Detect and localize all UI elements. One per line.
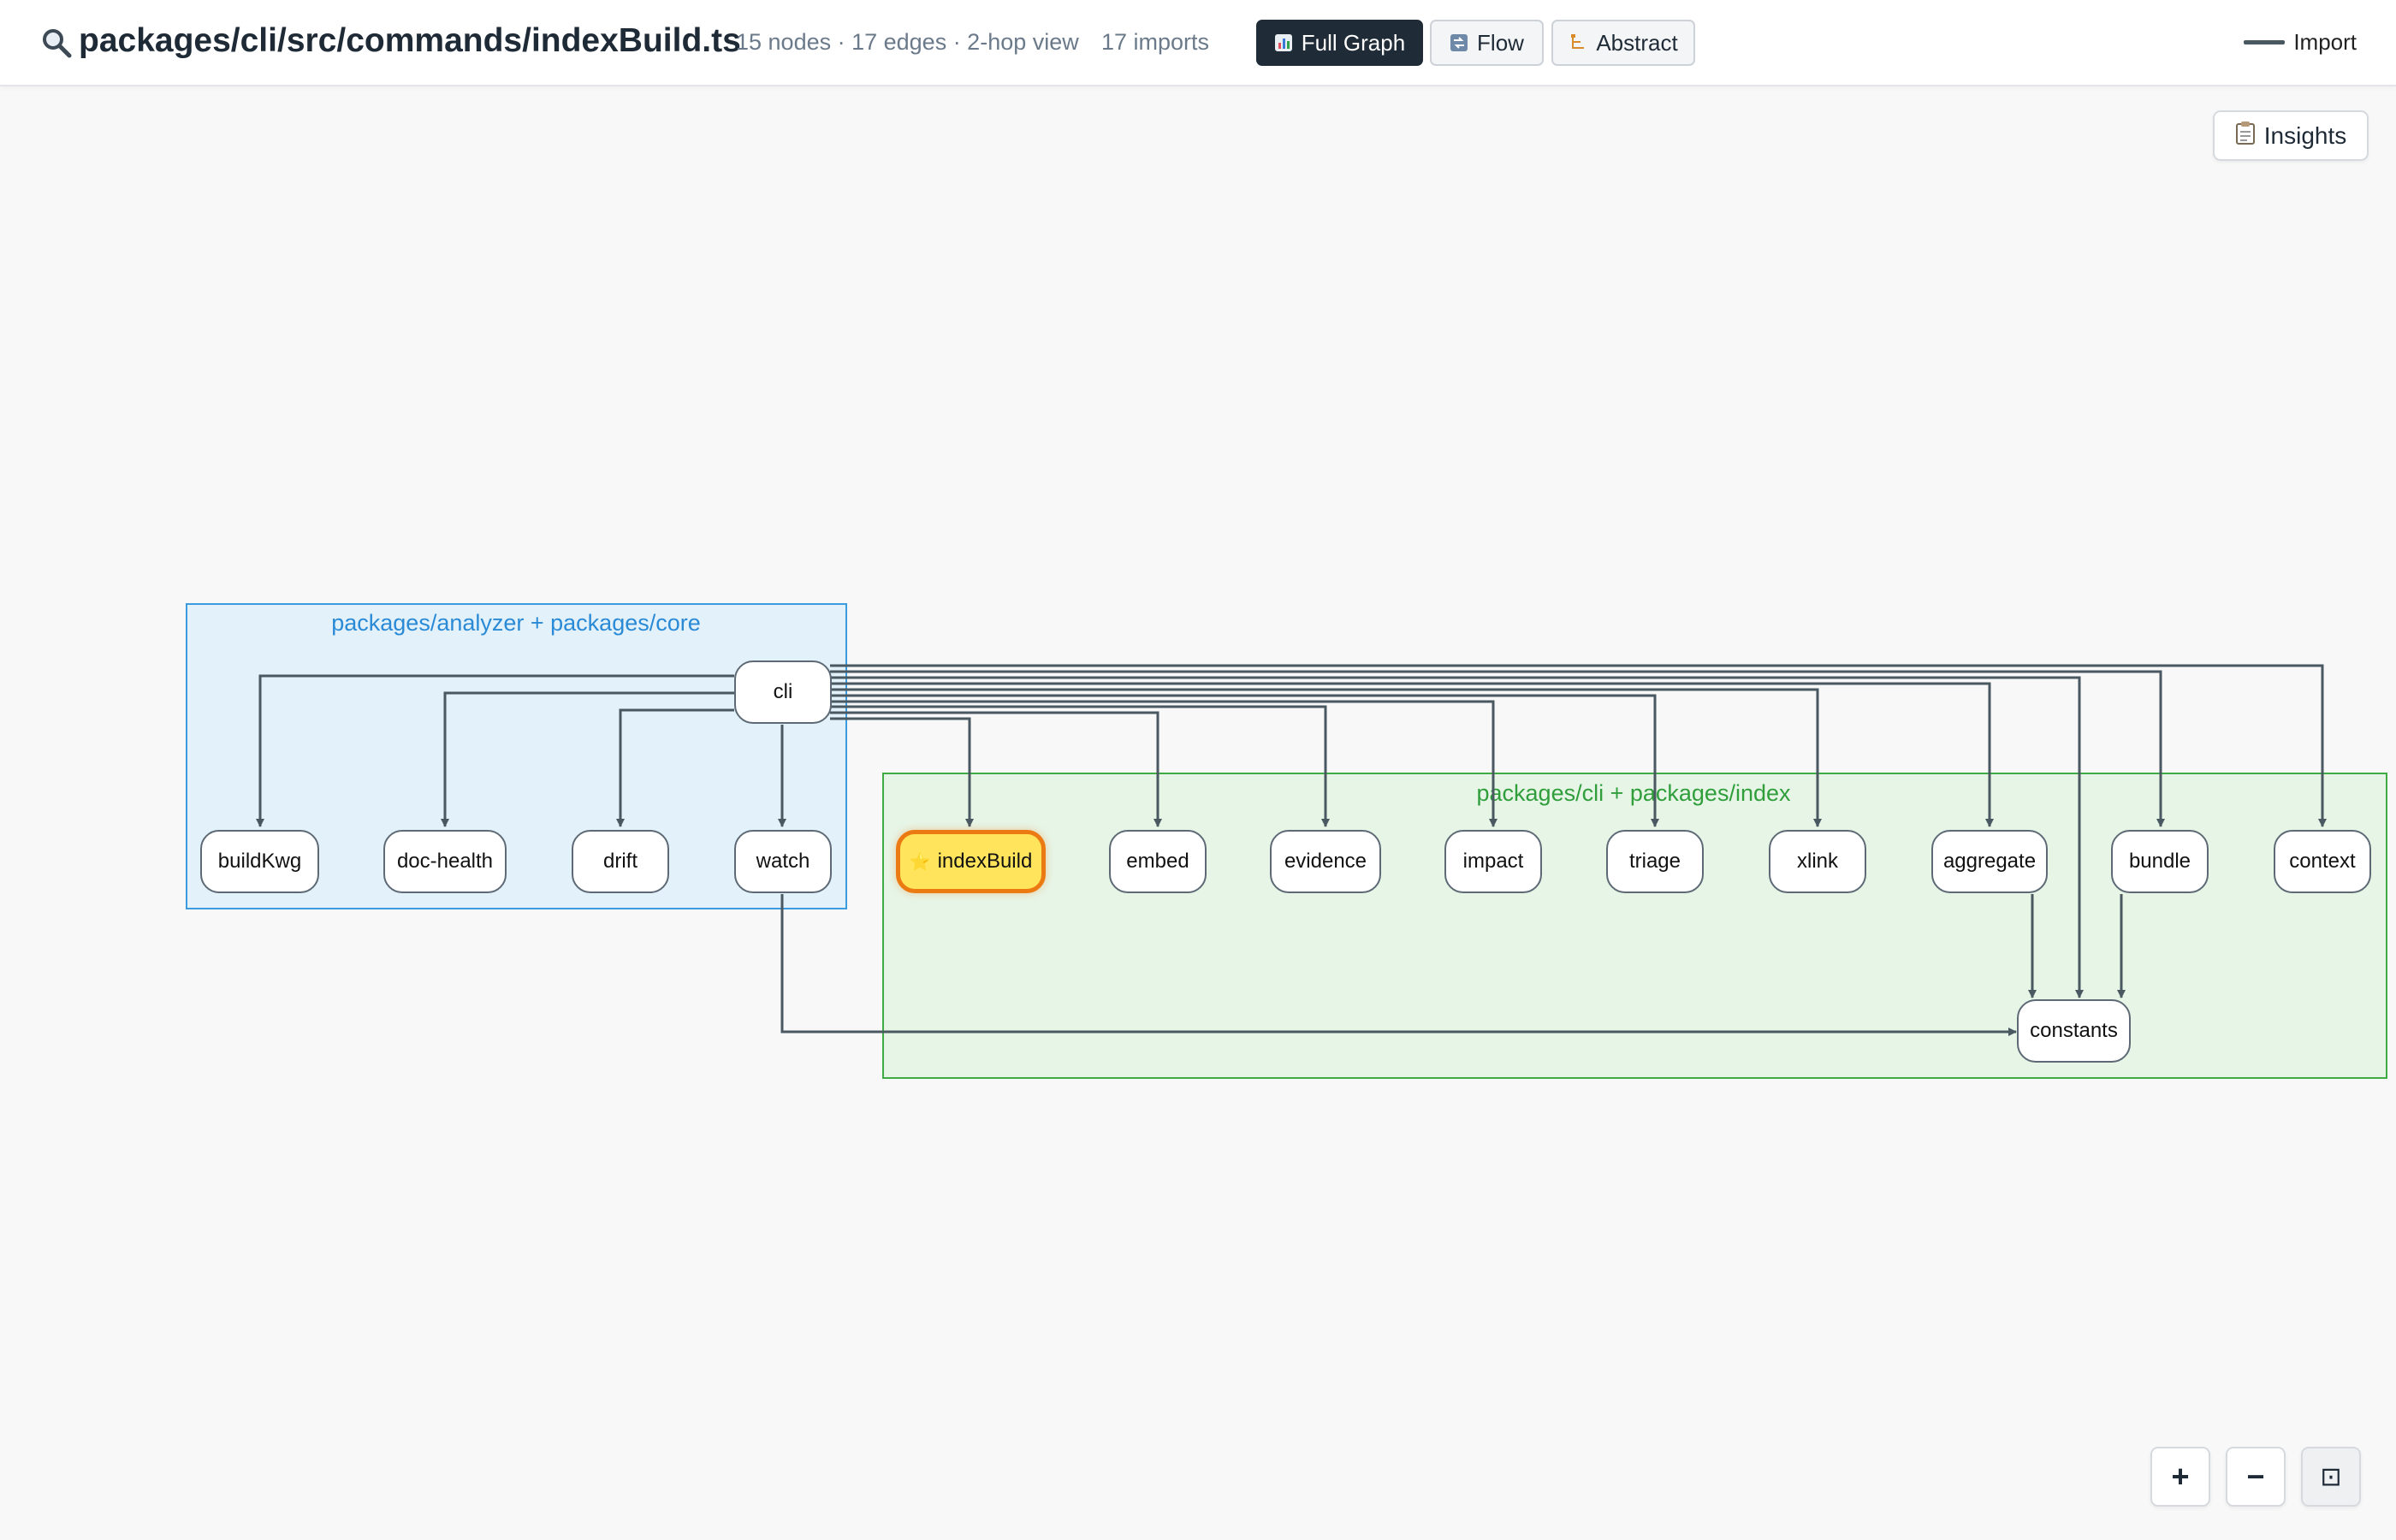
edge-cli-doc-health <box>441 691 734 827</box>
edge-watch-constants <box>780 894 2017 1036</box>
node-drift[interactable]: drift <box>572 830 669 893</box>
node-bundle[interactable]: bundle <box>2111 830 2209 893</box>
node-impact[interactable]: impact <box>1444 830 1542 893</box>
node-aggregate[interactable]: aggregate <box>1931 830 2048 893</box>
edge-cli-embed <box>830 711 1162 827</box>
zoom-out-button[interactable]: − <box>2226 1447 2286 1507</box>
edge-cli-xlink <box>830 688 1822 827</box>
edge-cli-indexBuild <box>830 717 974 827</box>
edge-layer <box>256 664 2327 1036</box>
node-evidence[interactable]: evidence <box>1270 830 1381 893</box>
node-indexBuild-label: indexBuild <box>937 850 1033 873</box>
node-buildKwg[interactable]: buildKwg <box>200 830 319 893</box>
fit-view-button[interactable]: ⊡ <box>2301 1447 2361 1507</box>
node-constants[interactable]: constants <box>2017 999 2131 1063</box>
edge-cli-drift <box>616 708 734 827</box>
edge-cli-aggregate <box>830 682 1994 827</box>
node-indexBuild[interactable]: ⭐ indexBuild <box>896 830 1046 893</box>
edge-cli-buildKwg <box>256 674 734 827</box>
node-embed[interactable]: embed <box>1109 830 1207 893</box>
edge-cli-evidence <box>830 705 1330 827</box>
edge-cli-impact <box>830 700 1498 827</box>
node-doc-health[interactable]: doc-health <box>383 830 507 893</box>
zoom-in-button[interactable]: + <box>2150 1447 2210 1507</box>
edge-cli-triage <box>830 694 1659 827</box>
node-triage[interactable]: triage <box>1606 830 1704 893</box>
node-context[interactable]: context <box>2274 830 2371 893</box>
star-icon: ⭐ <box>909 852 931 872</box>
node-xlink[interactable]: xlink <box>1769 830 1866 893</box>
node-cli[interactable]: cli <box>734 660 832 724</box>
node-watch[interactable]: watch <box>734 830 832 893</box>
